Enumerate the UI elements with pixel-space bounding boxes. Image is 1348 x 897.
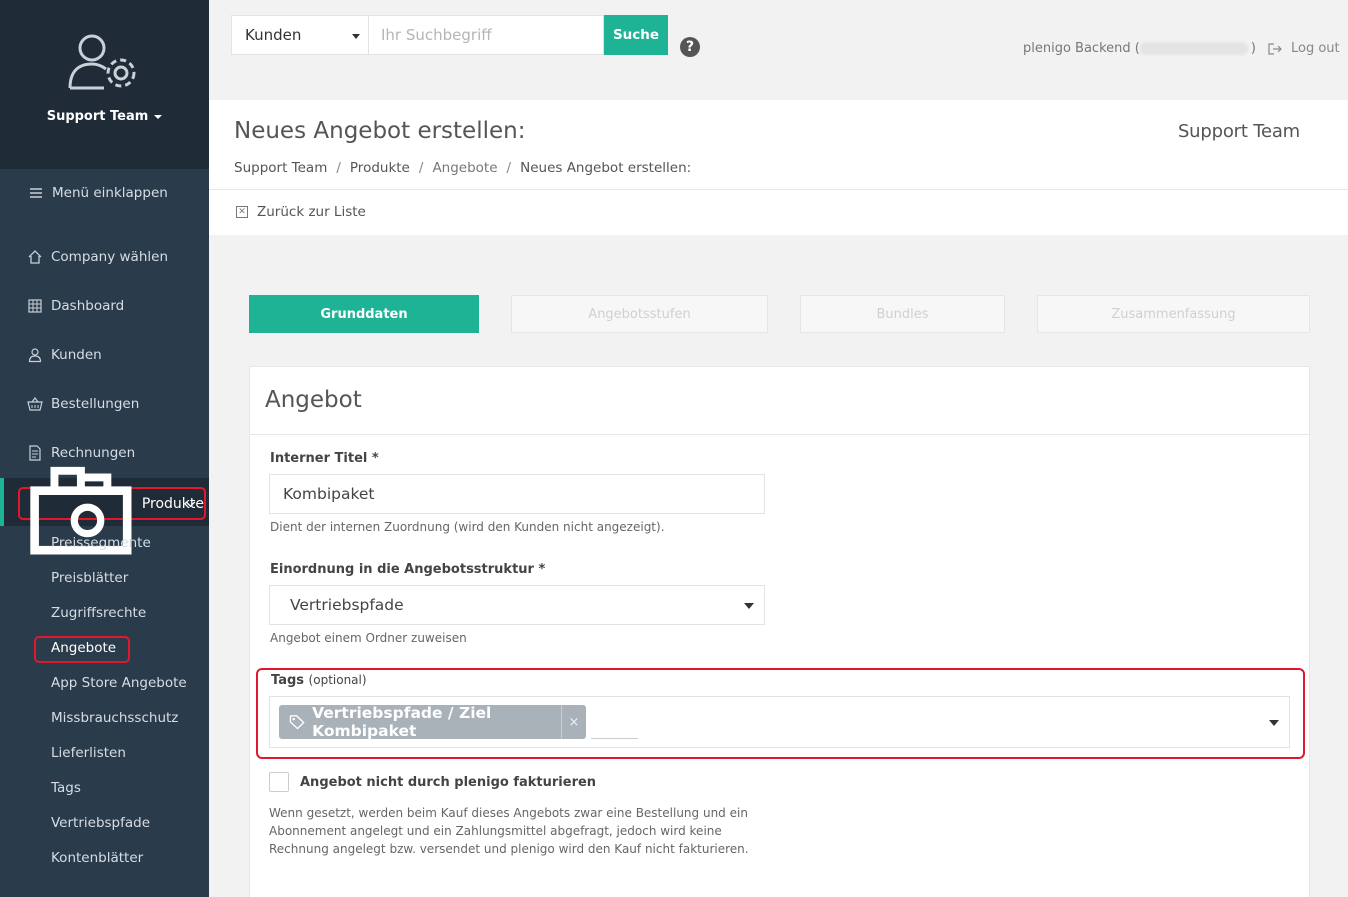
hamburger-icon — [30, 188, 42, 198]
tags-label-text: Tags — [271, 673, 305, 688]
brand-name: Support Team — [1177, 121, 1300, 142]
breadcrumb-item[interactable]: Support Team — [234, 160, 327, 176]
internal-title-hint: Dient der internen Zuordnung (wird den K… — [270, 520, 665, 534]
backend-info: plenigo Backend () — [1023, 41, 1256, 56]
sidebar-subitem-missbrauchsschutz[interactable]: Missbrauchsschutz — [51, 710, 178, 726]
internal-title-value: Kombipaket — [283, 485, 375, 503]
sidebar-subitem-preissegmente[interactable]: Preissegmente — [51, 535, 151, 551]
tag-icon — [289, 715, 305, 730]
sidebar-item-label: Dashboard — [51, 298, 125, 314]
structure-hint: Angebot einem Ordner zuweisen — [270, 631, 467, 645]
sidebar-item-kunden[interactable]: Kunden — [0, 335, 209, 375]
redacted-account — [1139, 42, 1248, 55]
caret-down-icon — [744, 603, 754, 609]
caret-down-icon — [1269, 720, 1279, 726]
remove-tag-icon[interactable]: × — [561, 705, 586, 739]
page-title: Neues Angebot erstellen: — [234, 118, 526, 144]
tag-chip[interactable]: Vertriebspfade / Ziel Kombipaket × — [279, 704, 586, 740]
breadcrumb: Support Team / Produkte / Angebote / Neu… — [234, 160, 691, 176]
step-grunddaten[interactable]: Grunddaten — [249, 295, 479, 333]
card-title: Angebot — [265, 387, 362, 413]
search-button[interactable]: Suche — [604, 15, 668, 55]
sidebar-subitem-lieferlisten[interactable]: Lieferlisten — [51, 745, 126, 761]
logout-label: Log out — [1291, 41, 1340, 56]
tag-chip-label: Vertriebspfade / Ziel Kombipaket — [312, 704, 492, 740]
sidebar-item-label: Bestellungen — [51, 396, 140, 412]
no-invoice-label[interactable]: Angebot nicht durch plenigo fakturieren — [300, 775, 596, 790]
internal-title-input[interactable]: Kombipaket — [269, 474, 765, 514]
tags-label: Tags (optional) — [271, 673, 367, 688]
back-to-list-link[interactable]: ✕ Zurück zur Liste — [236, 204, 366, 220]
step-bundles[interactable]: Bundles — [800, 295, 1005, 333]
internal-title-label: Interner Titel * — [270, 451, 379, 466]
home-icon — [28, 250, 42, 264]
step-zusammenfassung[interactable]: Zusammenfassung — [1037, 295, 1310, 333]
structure-label: Einordnung in die Angebotsstruktur * — [270, 562, 546, 577]
sidebar-subitem-angebote[interactable]: Angebote — [51, 640, 116, 656]
user-settings-icon — [68, 34, 136, 90]
user-icon — [28, 348, 42, 363]
sidebar-item-label: Kunden — [51, 347, 102, 363]
breadcrumb-separator: / — [336, 160, 341, 176]
grid-icon — [28, 299, 42, 313]
tag-search-field[interactable] — [591, 738, 638, 739]
sidebar: Support Team Menü einklappen Company wäh… — [0, 0, 209, 897]
structure-select[interactable]: Vertriebspfade — [269, 585, 765, 625]
sidebar-subitem-zugriffsrechte[interactable]: Zugriffsrechte — [51, 605, 146, 621]
sidebar-item-dashboard[interactable]: Dashboard — [0, 286, 209, 326]
search-scope-value: Kunden — [245, 26, 302, 44]
collapse-menu-button[interactable]: Menü einklappen — [0, 173, 209, 213]
backend-label: plenigo Backend ( — [1023, 41, 1140, 56]
chevron-down-icon — [185, 501, 196, 508]
breadcrumb-separator: / — [506, 160, 512, 176]
logout-link[interactable]: Log out — [1268, 41, 1340, 56]
collapse-menu-label: Menü einklappen — [52, 185, 168, 201]
no-invoice-description: Wenn gesetzt, werden beim Kauf dieses An… — [269, 806, 749, 856]
page-header: Neues Angebot erstellen: Support Team Su… — [209, 100, 1348, 190]
backend-label-end: ) — [1250, 41, 1256, 56]
logout-icon — [1268, 42, 1282, 55]
sidebar-subitem-tags[interactable]: Tags — [51, 780, 81, 796]
team-switcher[interactable]: Support Team — [0, 109, 209, 124]
search-scope-select[interactable]: Kunden — [231, 15, 369, 55]
sidebar-subitem-vertriebspfade[interactable]: Vertriebspfade — [51, 815, 150, 831]
sidebar-item-company[interactable]: Company wählen — [0, 237, 209, 277]
basket-icon — [27, 397, 43, 411]
help-icon[interactable]: ? — [680, 37, 700, 57]
sidebar-subitem-kontenblaetter[interactable]: Kontenblätter — [51, 850, 143, 866]
back-bar: ✕ Zurück zur Liste — [209, 190, 1348, 235]
divider — [250, 434, 1309, 435]
sidebar-subitem-preisblaetter[interactable]: Preisblätter — [51, 570, 128, 586]
caret-down-icon — [154, 114, 163, 119]
breadcrumb-item[interactable]: Produkte — [350, 160, 410, 176]
step-angebotsstufen[interactable]: Angebotsstufen — [511, 295, 768, 333]
team-name-label: Support Team — [46, 109, 149, 124]
sidebar-item-produkte[interactable]: Produkte — [18, 466, 206, 555]
caret-down-icon — [352, 34, 360, 39]
breadcrumb-current: Neues Angebot erstellen: — [520, 160, 692, 176]
sidebar-item-bestellungen[interactable]: Bestellungen — [0, 384, 209, 424]
close-box-icon: ✕ — [236, 206, 248, 218]
breadcrumb-item[interactable]: Angebote — [432, 160, 497, 176]
sidebar-header: Support Team — [0, 0, 209, 169]
sidebar-item-label: Company wählen — [51, 249, 168, 265]
tags-optional-text: (optional) — [308, 673, 367, 687]
search-input[interactable] — [369, 15, 604, 55]
sidebar-subitem-app-store-angebote[interactable]: App Store Angebote — [51, 675, 187, 691]
structure-value: Vertriebspfade — [290, 596, 404, 614]
no-invoice-checkbox[interactable] — [269, 772, 289, 792]
top-bar: Kunden Suche ? plenigo Backend () Log ou… — [209, 0, 1348, 100]
back-to-list-label: Zurück zur Liste — [257, 204, 366, 220]
breadcrumb-separator: / — [418, 160, 424, 176]
